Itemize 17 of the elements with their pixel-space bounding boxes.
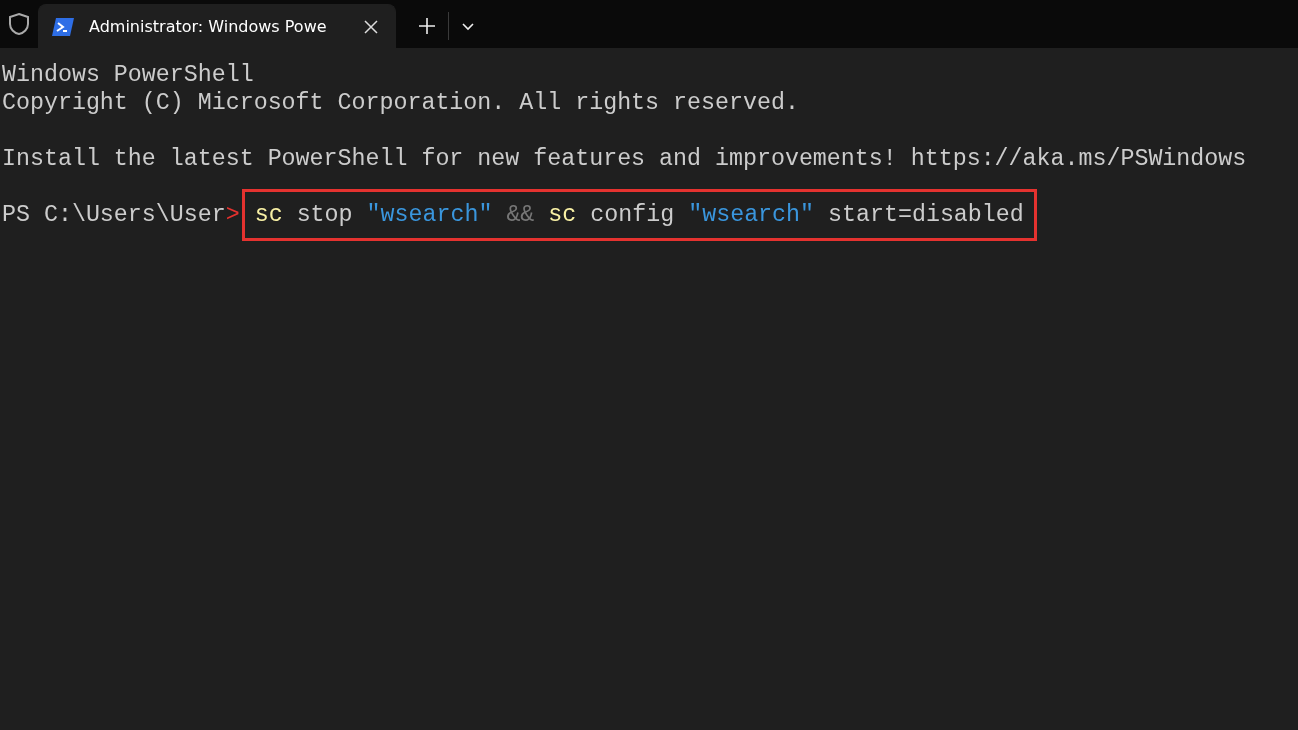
prompt-symbol: > [225,201,240,229]
command-token: config [590,201,675,229]
command-token: && [506,201,535,229]
command-token: sc [254,201,283,229]
console-line: Windows PowerShell [2,61,255,89]
console-line: Copyright (C) Microsoft Corporation. All rights reserved. [2,89,800,117]
prompt-path: PS C:\Users\User [2,201,226,229]
command-token: "wsearch" [366,201,493,229]
powershell-icon [51,16,75,37]
command-token: stop [296,201,353,229]
command-token: "wsearch" [688,201,815,229]
console-line: Install the latest PowerShell for new features and improvements! https://aka.ms/PSWindows [2,145,1248,173]
shield-icon [8,12,30,36]
tab-title: Administrator: Windows Powe [89,17,328,36]
terminal-tab[interactable]: Administrator: Windows Powe [38,4,396,48]
command-token: start=disabled [828,201,1024,229]
command-token: sc [548,201,577,229]
